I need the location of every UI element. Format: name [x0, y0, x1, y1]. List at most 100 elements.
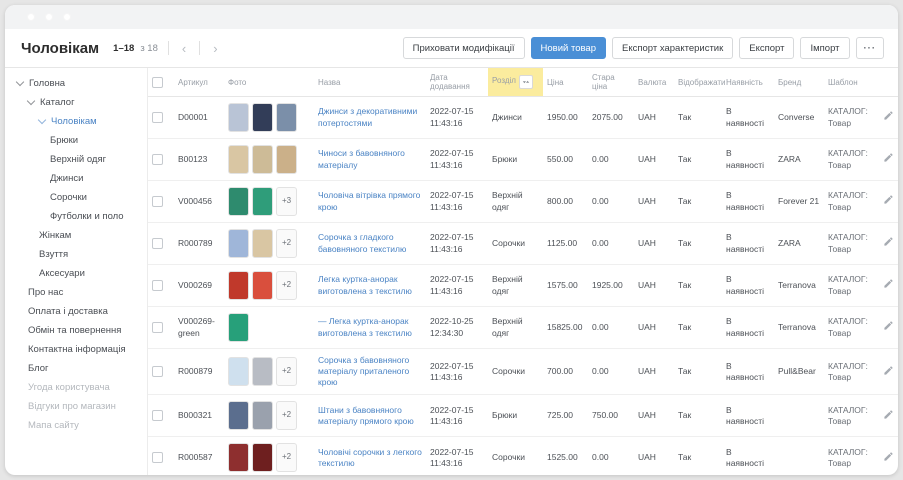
row-checkbox[interactable] [152, 196, 163, 207]
column-header-old_price[interactable]: Стара ціна [588, 68, 634, 97]
edit-button[interactable] [883, 451, 894, 465]
edit-button[interactable] [883, 152, 894, 166]
column-header-brand[interactable]: Бренд [774, 68, 824, 97]
product-name-link[interactable]: Сорочка з гладкого бавовняного текстилю [318, 232, 406, 253]
photo-thumb[interactable] [228, 313, 249, 342]
column-header-template[interactable]: Шаблон [824, 68, 880, 97]
chevron-down-icon[interactable] [16, 78, 24, 86]
sidebar-item-vzuttya[interactable]: Взуття [5, 245, 147, 264]
column-header-name[interactable]: Назва [314, 68, 426, 97]
sidebar-item-vidguky-pro-magazyn[interactable]: Відгуки про магазин [5, 397, 147, 416]
export-button[interactable]: Експорт [739, 37, 794, 59]
photo-thumb[interactable] [228, 401, 249, 430]
column-header-display[interactable]: Відображати [674, 68, 722, 97]
more-actions-button[interactable]: ··· [856, 37, 885, 59]
window-dot-1-icon[interactable] [27, 13, 35, 21]
product-name-link[interactable]: Чоловічі сорочки з легкого текстилю [318, 447, 422, 468]
column-header-section[interactable]: Розділ [488, 68, 543, 97]
row-checkbox[interactable] [152, 452, 163, 463]
sidebar-item-katalog[interactable]: Каталог [5, 93, 147, 112]
chevron-down-icon[interactable] [38, 116, 46, 124]
sidebar-item-golovna[interactable]: Головна [5, 74, 147, 93]
edit-button[interactable] [883, 194, 894, 208]
sidebar-item-cholovikam[interactable]: Чоловікам [5, 112, 147, 131]
row-checkbox[interactable] [152, 238, 163, 249]
column-header-article[interactable]: Артикул [174, 68, 224, 97]
photo-thumb[interactable] [252, 357, 273, 386]
hide-modifications-button[interactable]: Приховати модифікації [403, 37, 525, 59]
photo-thumb[interactable] [252, 229, 273, 258]
column-header-price[interactable]: Ціна [543, 68, 588, 97]
select-all-checkbox[interactable] [152, 77, 163, 88]
window-dot-3-icon[interactable] [63, 13, 71, 21]
column-header-availability[interactable]: Наявність [722, 68, 774, 97]
sidebar-item-aksesuary[interactable]: Аксесуари [5, 264, 147, 283]
product-name-link[interactable]: — Легка куртка-анорак виготовлена з текс… [318, 316, 412, 337]
photo-thumb[interactable] [252, 401, 273, 430]
sidebar-item-ugoda-korystuvacha[interactable]: Угода користувача [5, 378, 147, 397]
export-characteristics-button[interactable]: Експорт характеристик [612, 37, 733, 59]
product-name-link[interactable]: Сорочка з бавовняного матеріалу притален… [318, 355, 409, 387]
edit-button[interactable] [883, 320, 894, 334]
photo-more-badge[interactable]: +2 [276, 357, 297, 386]
edit-button[interactable] [883, 110, 894, 124]
photo-thumb[interactable] [228, 271, 249, 300]
row-checkbox[interactable] [152, 366, 163, 377]
edit-button[interactable] [883, 409, 894, 423]
import-button[interactable]: Імпорт [800, 37, 849, 59]
product-name-link[interactable]: Легка куртка-анорак виготовлена з тексти… [318, 274, 412, 295]
photo-more-badge[interactable]: +2 [276, 443, 297, 472]
chevron-down-icon[interactable] [27, 97, 35, 105]
sidebar-item-oplata-i-dostavka[interactable]: Оплата і доставка [5, 302, 147, 321]
product-name-link[interactable]: Чоловіча вітрівка прямого крою [318, 190, 420, 211]
sidebar-item-verkhniy-odyag[interactable]: Верхній одяг [5, 150, 147, 169]
column-header-date[interactable]: Дата додавання [426, 68, 488, 97]
sort-icon[interactable] [519, 75, 533, 89]
pagination: 1–18 з 18 ‹ › [113, 41, 220, 55]
row-checkbox[interactable] [152, 112, 163, 123]
pagination-prev-button[interactable]: ‹ [179, 42, 189, 55]
edit-button[interactable] [883, 236, 894, 250]
row-checkbox[interactable] [152, 280, 163, 291]
row-checkbox[interactable] [152, 322, 163, 333]
photo-thumb[interactable] [252, 271, 273, 300]
photo-thumb[interactable] [252, 187, 273, 216]
product-name-link[interactable]: Джинси з декоративними потертостями [318, 106, 417, 127]
sidebar-item-futbolky-i-polo[interactable]: Футболки и поло [5, 207, 147, 226]
sidebar-item-obmin-ta-povernennya[interactable]: Обмін та повернення [5, 321, 147, 340]
pagination-next-button[interactable]: › [210, 42, 220, 55]
photo-thumb[interactable] [252, 103, 273, 132]
column-header-photo[interactable]: Фото [224, 68, 314, 97]
sidebar-item-dzhynsy[interactable]: Джинси [5, 169, 147, 188]
photo-thumb[interactable] [228, 187, 249, 216]
photo-thumb[interactable] [252, 443, 273, 472]
edit-button[interactable] [883, 278, 894, 292]
row-checkbox[interactable] [152, 410, 163, 421]
photo-thumb[interactable] [228, 357, 249, 386]
photo-thumb[interactable] [228, 103, 249, 132]
sidebar-item-zhinkam[interactable]: Жінкам [5, 226, 147, 245]
product-name-link[interactable]: Чиноси з бавовняного матеріалу [318, 148, 405, 169]
photo-more-badge[interactable]: +2 [276, 401, 297, 430]
photo-thumb[interactable] [228, 145, 249, 174]
photo-thumb[interactable] [228, 229, 249, 258]
photo-more-badge[interactable]: +2 [276, 229, 297, 258]
photo-thumb[interactable] [276, 103, 297, 132]
sidebar-item-mapa-saytu[interactable]: Мапа сайту [5, 416, 147, 435]
window-dot-2-icon[interactable] [45, 13, 53, 21]
photo-more-badge[interactable]: +3 [276, 187, 297, 216]
sidebar-item-pro-nas[interactable]: Про нас [5, 283, 147, 302]
sidebar-item-sorochky[interactable]: Сорочки [5, 188, 147, 207]
column-header-currency[interactable]: Валюта [634, 68, 674, 97]
sidebar-item-blog[interactable]: Блог [5, 359, 147, 378]
sidebar-item-kontaktna-informatsiya[interactable]: Контактна інформація [5, 340, 147, 359]
new-product-button[interactable]: Новий товар [531, 37, 606, 59]
row-checkbox[interactable] [152, 154, 163, 165]
photo-more-badge[interactable]: +2 [276, 271, 297, 300]
photo-thumb[interactable] [276, 145, 297, 174]
edit-button[interactable] [883, 365, 894, 379]
product-name-link[interactable]: Штани з бавовняного матеріалу прямого кр… [318, 405, 414, 426]
photo-thumb[interactable] [252, 145, 273, 174]
photo-thumb[interactable] [228, 443, 249, 472]
sidebar-item-bryuky[interactable]: Брюки [5, 131, 147, 150]
